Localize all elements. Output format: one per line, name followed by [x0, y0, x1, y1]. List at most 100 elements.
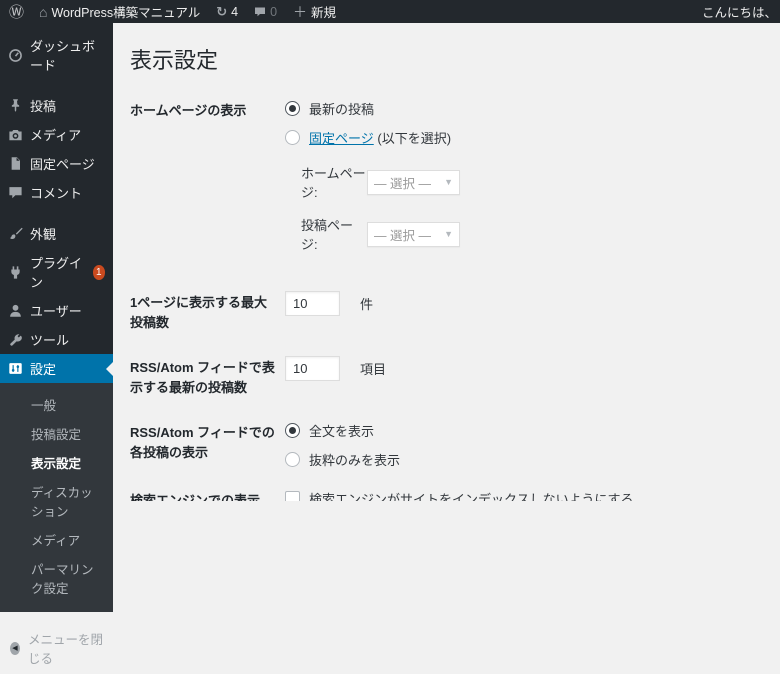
homepage-select-line: ホームページ: — 選択 — ▼ — [301, 163, 760, 201]
submenu-item-writing[interactable]: 投稿設定 — [0, 419, 113, 448]
media-icon — [8, 127, 23, 142]
rss-items-row: RSS/Atom フィードで表示する最新の投稿数 項目 — [130, 356, 760, 397]
homepage-select-label: ホームページ: — [301, 163, 367, 201]
homepage-select[interactable]: — 選択 — ▼ — [367, 170, 460, 195]
posts-per-page-unit: 件 — [360, 294, 373, 313]
static-page-link[interactable]: 固定ページ — [309, 131, 374, 146]
settings-submenu: 一般 投稿設定 表示設定 ディスカッション メディア パーマリンク設定 — [0, 383, 113, 612]
rss-items-label: RSS/Atom フィードで表示する最新の投稿数 — [130, 356, 285, 397]
chevron-down-icon: ▼ — [444, 229, 453, 239]
discourage-search-checkbox[interactable] — [285, 491, 300, 501]
sidebar-item-label: ツール — [30, 330, 69, 349]
static-page-radio[interactable] — [285, 130, 300, 145]
submenu-item-discussion[interactable]: ディスカッション — [0, 477, 113, 525]
sidebar-item-label: ユーザー — [30, 301, 82, 320]
posts-per-page-row: 1ページに表示する最大投稿数 件 — [130, 291, 760, 332]
site-name-menu[interactable]: ⌂ WordPress構築マニュアル — [31, 0, 208, 23]
sidebar-item-users[interactable]: ユーザー — [0, 296, 113, 325]
excerpt-radio[interactable] — [285, 452, 300, 467]
sidebar-item-label: プラグイン — [30, 253, 84, 291]
static-page-suffix: (以下を選択) — [377, 131, 451, 146]
menu-separator — [0, 79, 113, 91]
posts-per-page-input[interactable] — [285, 291, 340, 316]
collapse-menu-label: メニューを閉じる — [28, 629, 105, 667]
comments-icon — [8, 185, 23, 200]
full-text-label: 全文を表示 — [309, 421, 374, 440]
sidebar-item-pages[interactable]: 固定ページ — [0, 149, 113, 178]
posts-page-select-line: 投稿ページ: — 選択 — ▼ — [301, 215, 760, 253]
new-label: 新規 — [311, 2, 336, 21]
reading-settings-page: 表示設定 ホームページの表示 最新の投稿 固定ページ (以下を選択) ホームペー… — [113, 23, 780, 501]
sidebar-item-label: 投稿 — [30, 96, 56, 115]
new-content-menu[interactable]: ＋ 新規 — [285, 0, 344, 23]
pages-icon — [8, 156, 23, 171]
excerpt-label: 抜粋のみを表示 — [309, 450, 400, 469]
comment-count: 0 — [270, 5, 277, 19]
sidebar-item-posts[interactable]: 投稿 — [0, 91, 113, 120]
sidebar-item-tools[interactable]: ツール — [0, 325, 113, 354]
appearance-icon — [8, 226, 23, 241]
rss-items-input[interactable] — [285, 356, 340, 381]
posts-page-select[interactable]: — 選択 — ▼ — [367, 222, 460, 247]
sidebar-item-dashboard[interactable]: ダッシュボード — [0, 31, 113, 79]
sidebar-item-media[interactable]: メディア — [0, 120, 113, 149]
comment-bubble-icon — [254, 6, 266, 18]
sidebar-item-label: メディア — [30, 125, 81, 144]
static-page-selects: ホームページ: — 選択 — ▼ 投稿ページ: — 選択 — ▼ — [301, 163, 760, 253]
user-greeting[interactable]: こんにちは、 — [702, 2, 780, 21]
rss-format-row: RSS/Atom フィードでの各投稿の表示 全文を表示 抜粋のみを表示 — [130, 421, 760, 469]
excerpt-option[interactable]: 抜粋のみを表示 — [285, 450, 760, 469]
menu-separator — [0, 207, 113, 219]
sidebar-item-appearance[interactable]: 外観 — [0, 219, 113, 248]
collapse-arrow-icon: ◀ — [10, 642, 20, 655]
page-title: 表示設定 — [130, 43, 760, 75]
homepage-select-value: — 選択 — — [374, 173, 431, 192]
full-text-radio[interactable] — [285, 423, 300, 438]
submenu-item-permalink[interactable]: パーマリンク設定 — [0, 554, 113, 602]
chevron-down-icon: ▼ — [444, 177, 453, 187]
collapse-menu-button[interactable]: ◀ メニューを閉じる — [0, 622, 113, 674]
front-page-label: ホームページの表示 — [130, 99, 285, 121]
latest-posts-option[interactable]: 最新の投稿 — [285, 99, 760, 118]
wordpress-logo-icon[interactable]: Ⓦ — [0, 1, 31, 22]
tools-icon — [8, 332, 23, 347]
sidebar-item-label: 設定 — [30, 359, 56, 378]
posts-page-select-label: 投稿ページ: — [301, 215, 367, 253]
rss-format-label: RSS/Atom フィードでの各投稿の表示 — [130, 421, 285, 462]
rss-items-unit: 項目 — [360, 359, 386, 378]
sidebar-item-label: 固定ページ — [30, 154, 95, 173]
posts-per-page-label: 1ページに表示する最大投稿数 — [130, 291, 285, 332]
static-page-option[interactable]: 固定ページ (以下を選択) — [285, 128, 760, 147]
submenu-item-reading[interactable]: 表示設定 — [0, 448, 113, 477]
dashboard-icon — [8, 48, 23, 63]
update-count: 4 — [231, 5, 238, 19]
sidebar-item-settings[interactable]: 設定 — [0, 354, 113, 383]
home-icon: ⌂ — [39, 4, 47, 20]
sidebar-item-label: ダッシュボード — [30, 36, 105, 74]
sidebar-item-plugins[interactable]: プラグイン 1 — [0, 248, 113, 296]
admin-bar: Ⓦ ⌂ WordPress構築マニュアル ↻ 4 0 ＋ 新規 こんにちは、 — [0, 0, 780, 23]
plugin-update-badge: 1 — [93, 265, 105, 280]
submenu-item-general[interactable]: 一般 — [0, 390, 113, 419]
submenu-item-media[interactable]: メディア — [0, 525, 113, 554]
plus-icon: ＋ — [293, 2, 307, 22]
updates-menu[interactable]: ↻ 4 — [208, 0, 246, 23]
plugin-icon — [8, 265, 23, 280]
search-visibility-label: 検索エンジンでの表示 — [130, 489, 285, 501]
users-icon — [8, 303, 23, 318]
sidebar-item-label: 外観 — [30, 224, 56, 243]
posts-page-select-value: — 選択 — — [374, 225, 431, 244]
latest-posts-label: 最新の投稿 — [309, 99, 374, 118]
comments-menu[interactable]: 0 — [246, 0, 285, 23]
update-icon: ↻ — [216, 4, 227, 20]
search-visibility-row: 検索エンジンでの表示 検索エンジンがサイトをインデックスしないようにする このリ… — [130, 489, 760, 501]
pushpin-icon — [8, 98, 23, 113]
full-text-option[interactable]: 全文を表示 — [285, 421, 760, 440]
settings-icon — [8, 361, 23, 376]
admin-sidebar: ダッシュボード 投稿 メディア 固定ページ コメント 外観 プラ — [0, 23, 113, 501]
sidebar-item-label: コメント — [30, 183, 82, 202]
sidebar-item-comments[interactable]: コメント — [0, 178, 113, 207]
discourage-search-label: 検索エンジンがサイトをインデックスしないようにする — [309, 489, 633, 501]
discourage-search-option[interactable]: 検索エンジンがサイトをインデックスしないようにする — [285, 489, 760, 501]
latest-posts-radio[interactable] — [285, 101, 300, 116]
